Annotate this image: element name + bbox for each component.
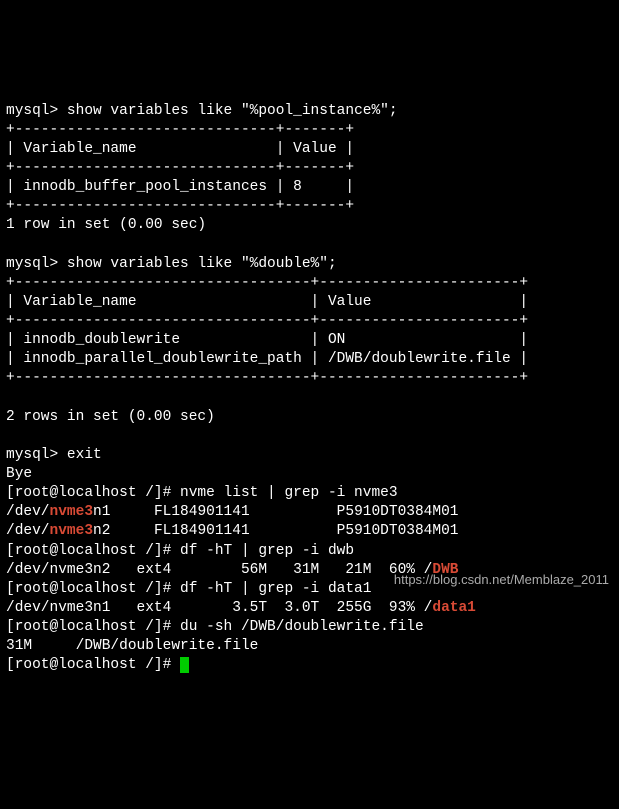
result-summary: 2 rows in set (0.00 sec) xyxy=(6,409,215,425)
mysql-prompt: mysql> xyxy=(6,256,67,272)
table-sep: +------------------------------+-------+ xyxy=(6,160,354,176)
result-summary: 1 row in set (0.00 sec) xyxy=(6,217,206,233)
cursor xyxy=(180,657,189,673)
bye-message: Bye xyxy=(6,466,32,482)
table-row: | innodb_buffer_pool_instances | 8 | xyxy=(6,179,354,195)
mysql-prompt: mysql> xyxy=(6,447,67,463)
mysql-command: exit xyxy=(67,447,102,463)
table-sep: +------------------------------+-------+ xyxy=(6,122,354,138)
highlight: nvme3 xyxy=(50,504,94,520)
watermark: https://blog.csdn.net/Memblaze_2011 xyxy=(394,571,609,588)
shell-command: df -hT | grep -i dwb xyxy=(180,543,354,559)
shell-prompt: [root@localhost /]# xyxy=(6,543,180,559)
shell-command: du -sh /DWB/doublewrite.file xyxy=(180,619,424,635)
shell-command: nvme list | grep -i nvme3 xyxy=(180,485,398,501)
highlight: data1 xyxy=(432,600,476,616)
table-sep: +----------------------------------+----… xyxy=(6,313,528,329)
table-sep: +----------------------------------+----… xyxy=(6,370,528,386)
shell-command: df -hT | grep -i data1 xyxy=(180,581,371,597)
shell-prompt: [root@localhost /]# xyxy=(6,485,180,501)
shell-prompt: [root@localhost /]# xyxy=(6,657,180,673)
mysql-prompt: mysql> xyxy=(6,103,67,119)
df-line: /dev/nvme3n1 ext4 3.5T 3.0T 255G 93% /da… xyxy=(6,600,476,616)
table-head: | Variable_name | Value | xyxy=(6,141,354,157)
table-head: | Variable_name | Value | xyxy=(6,294,528,310)
highlight: nvme3 xyxy=(50,523,94,539)
table-row: | innodb_parallel_doublewrite_path | /DW… xyxy=(6,351,528,367)
shell-prompt: [root@localhost /]# xyxy=(6,619,180,635)
shell-prompt: [root@localhost /]# xyxy=(6,581,180,597)
table-row: | innodb_doublewrite | ON | xyxy=(6,332,528,348)
du-output: 31M /DWB/doublewrite.file xyxy=(6,638,258,654)
nvme-line: /dev/nvme3n2 FL184901141 P5910DT0384M01 xyxy=(6,523,459,539)
table-sep: +------------------------------+-------+ xyxy=(6,198,354,214)
mysql-command: show variables like "%pool_instance%"; xyxy=(67,103,398,119)
df-line: /dev/nvme3n2 ext4 56M 31M 21M 60% /DWB xyxy=(6,562,458,578)
table-sep: +----------------------------------+----… xyxy=(6,275,528,291)
mysql-command: show variables like "%double%"; xyxy=(67,256,337,272)
nvme-line: /dev/nvme3n1 FL184901141 P5910DT0384M01 xyxy=(6,504,459,520)
